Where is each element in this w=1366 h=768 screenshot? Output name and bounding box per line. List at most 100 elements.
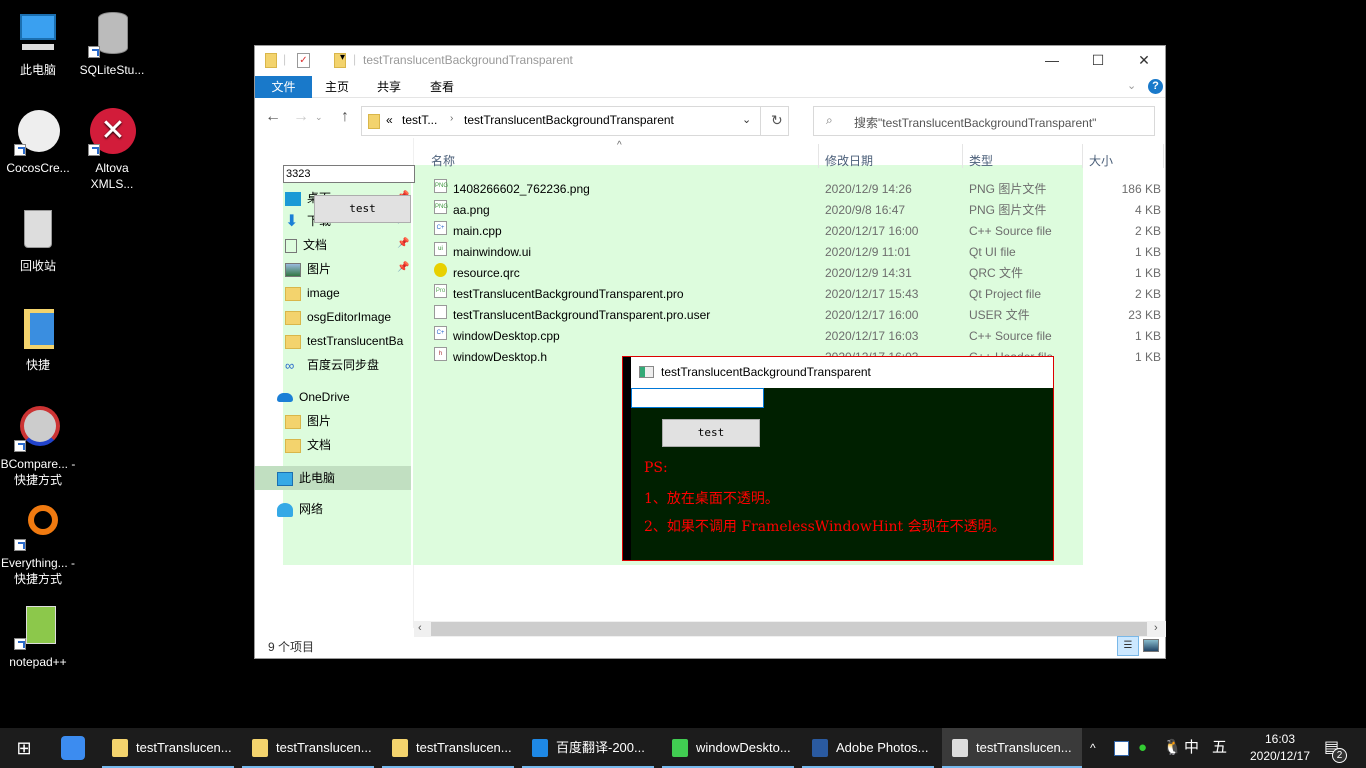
desktop-icon-label: BCompare... - 快捷方式	[0, 457, 76, 487]
file-row[interactable]: resource.qrc 2020/12/9 14:31 QRC 文件 1 KB	[431, 263, 1161, 284]
scroll-left-icon[interactable]: ‹	[418, 622, 422, 634]
file-date: 2020/12/9 14:26	[825, 182, 912, 196]
desktop-icon-recycle-bin[interactable]: 回收站	[0, 206, 76, 274]
action-center-icon[interactable]: ▤ 2	[1324, 728, 1347, 768]
cpp-file-icon: C+	[434, 221, 447, 235]
search-box[interactable]: ⌕ 搜索"testTranslucentBackgroundTransparen…	[813, 106, 1155, 136]
help-icon[interactable]: ?	[1148, 79, 1163, 94]
column-header-name[interactable]: 名称	[431, 152, 455, 169]
file-row[interactable]: Pro testTranslucentBackgroundTransparent.…	[431, 284, 1161, 305]
address-bar[interactable]: « testT... › testTranslucentBackgroundTr…	[361, 106, 789, 136]
taskbar-item[interactable]: testTranslucen...	[382, 728, 514, 768]
file-date: 2020/12/17 15:43	[825, 287, 919, 301]
refresh-icon[interactable]: ↻	[771, 112, 783, 129]
nav-item-baidu-sync[interactable]: ∞ 百度云同步盘	[285, 354, 379, 376]
up-button[interactable]: ↑	[341, 108, 349, 126]
taskbar-item[interactable]: windowDeskto...	[662, 728, 794, 768]
overlay-test-button[interactable]: test	[314, 195, 411, 223]
taskbar-item[interactable]: 百度翻译-200...	[522, 728, 654, 768]
tab-home[interactable]: 主页	[311, 76, 363, 98]
nav-item-pictures[interactable]: 图片	[285, 258, 331, 280]
pin-icon[interactable]: 📌	[397, 238, 409, 249]
desktop-icon-this-pc[interactable]: 此电脑	[0, 10, 76, 78]
file-row[interactable]: PNG aa.png 2020/9/8 16:47 PNG 图片文件 4 KB	[431, 200, 1161, 221]
onedrive-icon	[277, 393, 293, 403]
column-header-type[interactable]: 类型	[969, 152, 993, 169]
start-button[interactable]: ⊞	[0, 728, 48, 768]
show-hidden-icons[interactable]: ^	[1090, 728, 1096, 768]
file-size: 1 KB	[1134, 245, 1161, 259]
minimize-button[interactable]: —	[1029, 46, 1075, 76]
qt-text-input[interactable]	[631, 388, 764, 408]
taskbar-item[interactable]: Adobe Photos...	[802, 728, 934, 768]
cpp-file-icon: C+	[434, 326, 447, 340]
nav-item-onedrive[interactable]: OneDrive	[277, 386, 350, 408]
nav-item-image[interactable]: image	[285, 282, 340, 304]
breadcrumb-parent[interactable]: testT...	[402, 113, 437, 127]
qrc-file-icon	[434, 263, 447, 277]
tray-app-icon[interactable]	[1114, 728, 1129, 768]
nav-item-testtranslucent[interactable]: testTranslucentBa	[285, 330, 411, 352]
file-row[interactable]: PNG 1408266602_762236.png 2020/12/9 14:26 P…	[431, 179, 1161, 200]
close-button[interactable]: ✕	[1121, 46, 1167, 76]
breadcrumb-overflow[interactable]: «	[386, 113, 393, 127]
desktop-icon-bcompare[interactable]: BCompare... - 快捷方式	[0, 404, 76, 488]
column-header-date[interactable]: 修改日期	[825, 152, 873, 169]
file-row[interactable]: testTranslucentBackgroundTransparent.pro…	[431, 305, 1161, 326]
folder-icon	[285, 310, 301, 325]
qq-icon[interactable]: 🐧	[1163, 728, 1182, 768]
nav-item-documents[interactable]: 文档	[285, 234, 327, 256]
tab-file[interactable]: 文件	[255, 76, 312, 98]
recent-locations-icon[interactable]: ⌄	[315, 112, 323, 123]
nav-item-this-pc[interactable]: 此电脑	[277, 467, 335, 489]
expand-ribbon-icon[interactable]: ⌄	[1127, 79, 1136, 92]
bcompare-icon	[14, 404, 62, 452]
back-button[interactable]: ←	[265, 108, 281, 126]
file-name: 1408266602_762236.png	[453, 182, 590, 196]
forward-button[interactable]: →	[293, 108, 309, 126]
desktop-icon-sqlite[interactable]: SQLiteStu...	[74, 10, 150, 78]
file-row[interactable]: C+ main.cpp 2020/12/17 16:00 C++ Source fil…	[431, 221, 1161, 242]
column-header-size[interactable]: 大小	[1089, 152, 1113, 169]
maximize-button[interactable]: ☐	[1075, 46, 1121, 76]
breadcrumb-current[interactable]: testTranslucentBackgroundTransparent	[464, 113, 674, 127]
desktop-icon-altova[interactable]: ✕ Altova XMLS...	[74, 108, 150, 192]
clock[interactable]: 16:03 2020/12/17	[1240, 731, 1320, 765]
properties-icon[interactable]: ✓	[297, 53, 310, 68]
taskbar-item-label: testTranslucen...	[276, 740, 372, 755]
tab-view[interactable]: 查看	[416, 76, 468, 98]
desktop-icon-shortcut-folder[interactable]: 快捷	[0, 305, 76, 373]
taskbar-item[interactable]: testTranslucen...	[242, 728, 374, 768]
tab-share[interactable]: 共享	[363, 76, 415, 98]
window-title: testTranslucentBackgroundTransparent	[363, 53, 573, 67]
qt-app-icon	[639, 366, 654, 378]
overlay-text-input[interactable]: 3323	[283, 165, 415, 183]
desktop-icon-everything[interactable]: Everything... - 快捷方式	[0, 503, 76, 587]
wechat-icon[interactable]: ●	[1138, 728, 1147, 768]
desktop-icon-cocos[interactable]: CocosCre...	[0, 108, 76, 176]
nav-item-onedrive-documents[interactable]: 文档	[285, 434, 331, 456]
desktop-icon-label: notepad++	[9, 655, 67, 669]
nav-item-network[interactable]: 网络	[277, 498, 323, 520]
folder-icon	[285, 286, 301, 301]
desktop-icon-notepadpp[interactable]: notepad++	[0, 602, 76, 670]
clock-time: 16:03	[1264, 732, 1296, 746]
scroll-right-icon[interactable]: ›	[1154, 622, 1158, 634]
file-row[interactable]: C+ windowDesktop.cpp 2020/12/17 16:03 C++ S…	[431, 326, 1161, 347]
taskbar-pinned-app[interactable]	[52, 728, 96, 768]
ime-mode-indicator[interactable]: 五	[1212, 728, 1227, 768]
nav-item-osgeditorimage[interactable]: osgEditorImage	[285, 306, 391, 328]
details-view-icon[interactable]: ☰	[1117, 636, 1139, 656]
address-dropdown-icon[interactable]: ⌄	[742, 113, 751, 126]
file-size: 186 KB	[1121, 182, 1161, 196]
file-row[interactable]: ui mainwindow.ui 2020/12/9 11:01 Qt UI file…	[431, 242, 1161, 263]
pin-icon[interactable]: 📌	[397, 262, 409, 273]
ime-language-indicator[interactable]: 中	[1184, 728, 1199, 768]
nav-item-onedrive-pictures[interactable]: 图片	[285, 410, 331, 432]
large-icons-view-icon[interactable]	[1143, 639, 1159, 652]
h-file-icon: h	[434, 347, 447, 361]
taskbar-item[interactable]: testTranslucen...	[942, 728, 1082, 768]
customize-toolbar-icon[interactable]: ▾	[340, 52, 345, 63]
qt-test-button[interactable]: test	[662, 419, 760, 447]
taskbar-item[interactable]: testTranslucen...	[102, 728, 234, 768]
